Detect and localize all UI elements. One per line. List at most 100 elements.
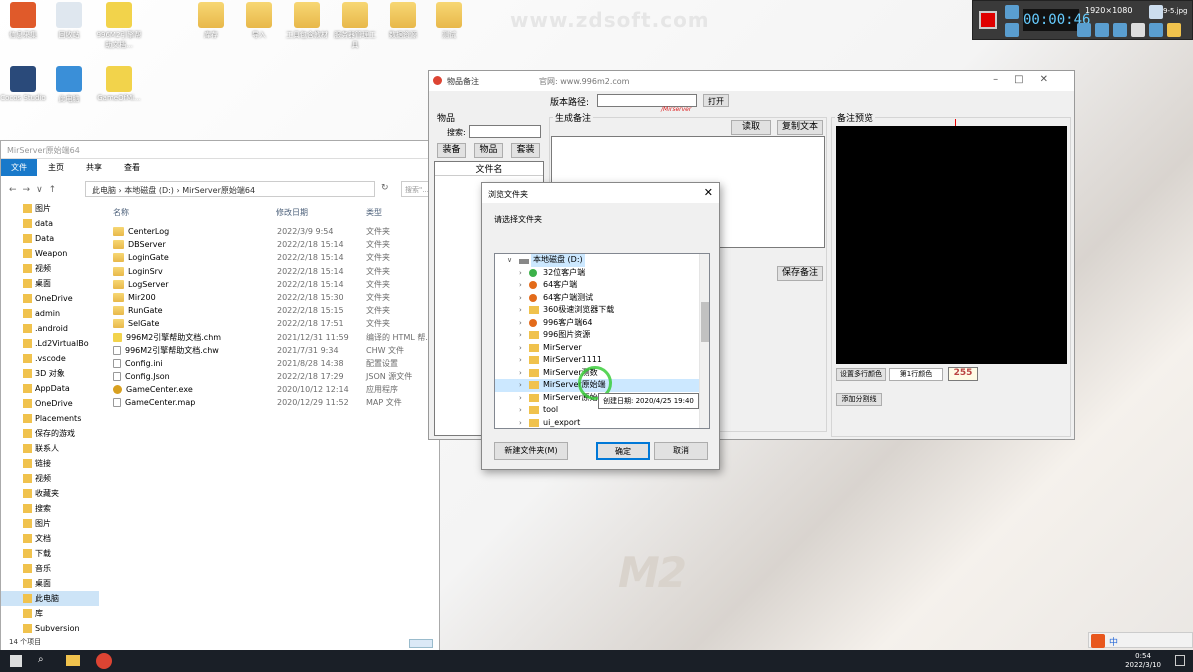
file-row[interactable]: CenterLog 2022/3/9 9:54 文件夹 <box>113 225 439 238</box>
tree-root[interactable]: ∨ 本地磁盘 (D:) <box>495 254 709 267</box>
sidebar-item[interactable]: .vscode <box>1 351 99 366</box>
tree-node[interactable]: › 64客户端 <box>495 279 709 292</box>
file-row[interactable]: Config.ini 2021/8/28 14:38 配置设置 <box>113 357 439 370</box>
new-folder-button[interactable]: 新建文件夹(M) <box>494 442 568 460</box>
copy-text-button[interactable]: 复制文本 <box>777 120 823 135</box>
ribbon-tab-home[interactable]: 主页 <box>37 162 75 173</box>
tree-node[interactable]: › 996图片资源 <box>495 329 709 342</box>
desktop-icon[interactable]: 服务器管理工具 <box>332 2 378 50</box>
sidebar-item[interactable]: Subversion <box>1 621 99 636</box>
start-icon[interactable] <box>10 655 22 667</box>
desktop-icon[interactable]: 库存 <box>188 2 234 40</box>
tab-sets[interactable]: 套装 <box>511 143 540 158</box>
pen-icon[interactable] <box>1149 23 1163 37</box>
file-row[interactable]: LoginGate 2022/2/18 15:14 文件夹 <box>113 251 439 264</box>
sidebar-item[interactable]: 链接 <box>1 456 99 471</box>
sidebar-item[interactable]: 搜索 <box>1 501 99 516</box>
app-taskbar-icon[interactable] <box>96 653 112 669</box>
expand-icon[interactable]: › <box>519 379 522 392</box>
tree-node[interactable]: › 996客户端64 <box>495 317 709 330</box>
expand-icon[interactable]: › <box>519 342 522 355</box>
scrollbar-thumb[interactable] <box>701 302 709 342</box>
column-date[interactable]: 修改日期 <box>276 207 308 218</box>
ime-toolbar[interactable]: 中 <box>1088 632 1193 648</box>
ribbon-tab-file[interactable]: 文件 <box>1 158 37 176</box>
set-multiline-color-button[interactable]: 设置多行颜色 <box>836 368 886 381</box>
search-icon[interactable]: ⌕ <box>38 654 44 665</box>
expand-icon[interactable]: › <box>519 404 522 417</box>
sidebar-item[interactable]: Placements <box>1 411 99 426</box>
expand-icon[interactable]: › <box>519 354 522 367</box>
nav-arrows-icon[interactable]: ←→∨↑ <box>9 185 62 195</box>
sidebar-item[interactable]: 视频 <box>1 471 99 486</box>
camera-icon[interactable] <box>1005 5 1019 19</box>
expand-icon[interactable]: › <box>519 317 522 330</box>
expand-icon[interactable]: › <box>519 304 522 317</box>
sidebar-item[interactable]: 视频 <box>1 261 99 276</box>
mic-icon[interactable] <box>1095 23 1109 37</box>
expand-icon[interactable]: › <box>519 392 522 405</box>
ok-button[interactable]: 确定 <box>596 442 650 460</box>
tree-node[interactable]: › MirServer <box>495 342 709 355</box>
sidebar-item[interactable]: 下载 <box>1 546 99 561</box>
explorer-taskbar-icon[interactable] <box>66 655 80 666</box>
window-controls-icon[interactable]: –□✕ <box>993 74 1064 85</box>
tab-items[interactable]: 物品 <box>474 143 503 158</box>
expand-icon[interactable]: › <box>519 329 522 342</box>
ribbon-tab-share[interactable]: 共享 <box>75 162 113 173</box>
desktop-icon[interactable]: 导入 <box>236 2 282 40</box>
open-button[interactable]: 打开 <box>703 94 729 107</box>
desktop-icon[interactable]: 信息采集 <box>0 2 46 40</box>
sidebar-item[interactable]: 3D 对象 <box>1 366 99 381</box>
pause-icon[interactable] <box>1005 23 1019 37</box>
column-type[interactable]: 类型 <box>366 207 382 218</box>
sidebar-item[interactable]: 音乐 <box>1 561 99 576</box>
file-row[interactable]: GameCenter.exe 2020/10/12 12:14 应用程序 <box>113 383 439 396</box>
sidebar-item[interactable]: 保存的游戏 <box>1 426 99 441</box>
cancel-button[interactable]: 取消 <box>654 442 708 460</box>
tree-node[interactable]: › 32位客户端 <box>495 267 709 280</box>
read-button[interactable]: 读取 <box>731 120 771 135</box>
desktop-icon[interactable]: 996M2引擎帮助文档... <box>96 2 142 50</box>
color-value-input[interactable]: 255 <box>948 367 978 381</box>
window-icon[interactable] <box>1149 5 1163 19</box>
desktop-icon[interactable]: 此电脑 <box>46 66 92 104</box>
close-icon[interactable]: ✕ <box>704 186 713 199</box>
tree-node[interactable]: › 64客户端测试 <box>495 292 709 305</box>
file-row[interactable]: DBServer 2022/2/18 15:14 文件夹 <box>113 238 439 251</box>
refresh-icon[interactable]: ↻ <box>381 183 389 193</box>
ribbon-tab-view[interactable]: 查看 <box>113 162 151 173</box>
webcam-icon[interactable] <box>1113 23 1127 37</box>
sidebar-item[interactable]: 图片 <box>1 201 99 216</box>
sidebar-item[interactable]: 库 <box>1 606 99 621</box>
file-row[interactable]: Mir200 2022/2/18 15:30 文件夹 <box>113 291 439 304</box>
file-row[interactable]: 996M2引擎帮助文档.chw 2021/7/31 9:34 CHW 文件 <box>113 344 439 357</box>
sidebar-item[interactable]: admin <box>1 306 99 321</box>
sidebar-item[interactable]: .android <box>1 321 99 336</box>
tree-node[interactable]: › 360极速浏览器下载 <box>495 304 709 317</box>
tree-node[interactable]: › ui_export <box>495 417 709 429</box>
expand-icon[interactable]: › <box>519 279 522 292</box>
sidebar-item[interactable]: .Ld2VirtualBo <box>1 336 99 351</box>
sidebar-item[interactable]: data <box>1 216 99 231</box>
file-row[interactable]: LogServer 2022/2/18 15:14 文件夹 <box>113 278 439 291</box>
desktop-icon[interactable]: 回收站 <box>46 2 92 40</box>
desktop-icon[interactable]: Cocos Studio <box>0 66 46 102</box>
line-color-select[interactable]: 第1行颜色 <box>889 368 943 381</box>
file-row[interactable]: 996M2引擎帮助文档.chm 2021/12/31 11:59 编译的 HTML … <box>113 331 439 344</box>
column-name[interactable]: 名称 <box>113 208 129 217</box>
save-notes-button[interactable]: 保存备注 <box>777 266 823 281</box>
expand-icon[interactable]: › <box>519 267 522 280</box>
desktop-icon[interactable]: 数据资源 <box>380 2 426 40</box>
stop-record-button[interactable] <box>979 11 997 29</box>
expand-icon[interactable]: › <box>519 417 522 429</box>
sidebar-item[interactable]: 联系人 <box>1 441 99 456</box>
file-row[interactable]: Config.Json 2022/2/18 17:29 JSON 源文件 <box>113 370 439 383</box>
sidebar-item[interactable]: OneDrive <box>1 291 99 306</box>
tree-scrollbar[interactable] <box>699 254 709 428</box>
ime-mode[interactable]: 中 <box>1109 635 1118 648</box>
file-name-header[interactable]: 文件名 <box>435 162 543 176</box>
sidebar-item[interactable]: 文档 <box>1 531 99 546</box>
sidebar-item[interactable]: 图片 <box>1 516 99 531</box>
cursor-icon[interactable] <box>1131 23 1145 37</box>
